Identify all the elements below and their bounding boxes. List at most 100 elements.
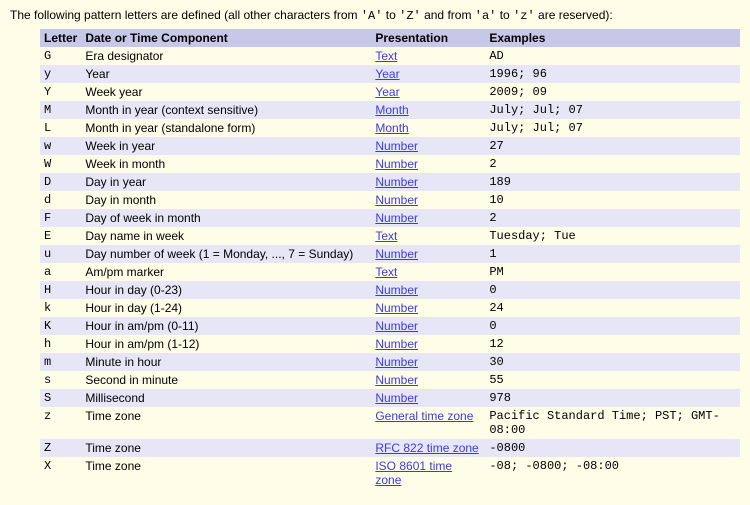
pattern-letters-table: Letter Date or Time Component Presentati… [40, 29, 740, 489]
cell-description: Day in month [81, 191, 371, 209]
presentation-link[interactable]: Number [375, 283, 418, 297]
presentation-link[interactable]: Text [375, 265, 397, 279]
presentation-link[interactable]: Number [375, 247, 418, 261]
intro-mid2: and from [421, 8, 475, 22]
presentation-link[interactable]: General time zone [375, 409, 473, 423]
table-row: hHour in am/pm (1-12)Number12 [40, 335, 740, 353]
cell-letter: a [40, 263, 81, 281]
cell-presentation: Month [371, 101, 485, 119]
presentation-link[interactable]: Number [375, 139, 418, 153]
cell-letter: y [40, 65, 81, 83]
header-examples: Examples [485, 29, 740, 47]
cell-example: 1996; 96 [485, 65, 740, 83]
cell-example: 24 [485, 299, 740, 317]
cell-description: Millisecond [81, 389, 371, 407]
cell-presentation: Number [371, 173, 485, 191]
presentation-link[interactable]: Number [375, 301, 418, 315]
cell-letter: E [40, 227, 81, 245]
intro-prefix: The following pattern letters are define… [10, 8, 361, 22]
cell-description: Month in year (context sensitive) [81, 101, 371, 119]
table-row: kHour in day (1-24)Number24 [40, 299, 740, 317]
intro-mid3: to [496, 8, 513, 22]
presentation-link[interactable]: Number [375, 337, 418, 351]
cell-example: 27 [485, 137, 740, 155]
cell-letter: Y [40, 83, 81, 101]
table-row: zTime zone General time zone Pacific Stand… [40, 407, 740, 439]
presentation-link[interactable]: Month [375, 103, 408, 117]
header-presentation: Presentation [371, 29, 485, 47]
cell-example: July; Jul; 07 [485, 101, 740, 119]
presentation-link[interactable]: Number [375, 157, 418, 171]
presentation-link[interactable]: Number [375, 175, 418, 189]
cell-example: July; Jul; 07 [485, 119, 740, 137]
header-letter: Letter [40, 29, 81, 47]
cell-example: Pacific Standard Time; PST; GMT-08:00 [485, 407, 740, 439]
presentation-link[interactable]: Text [375, 49, 397, 63]
cell-description: Hour in day (0-23) [81, 281, 371, 299]
presentation-link[interactable]: Number [375, 391, 418, 405]
intro-code-z-lower: 'z' [513, 9, 535, 23]
cell-letter: z [40, 407, 81, 439]
cell-presentation: Number [371, 371, 485, 389]
cell-description: Minute in hour [81, 353, 371, 371]
cell-presentation: Number [371, 191, 485, 209]
table-row: sSecond in minuteNumber55 [40, 371, 740, 389]
table-row: MMonth in year (context sensitive) Month J… [40, 101, 740, 119]
cell-description: Week in month [81, 155, 371, 173]
cell-presentation: Number [371, 245, 485, 263]
presentation-link[interactable]: Month [375, 121, 408, 135]
cell-example: 2 [485, 155, 740, 173]
table-row: YWeek yearYear2009; 09 [40, 83, 740, 101]
cell-letter: D [40, 173, 81, 191]
table-row: DDay in yearNumber189 [40, 173, 740, 191]
intro-text: The following pattern letters are define… [10, 8, 740, 23]
table-row: FDay of week in month Number 2 [40, 209, 740, 227]
cell-presentation: Text [371, 227, 485, 245]
cell-letter: d [40, 191, 81, 209]
table-row: LMonth in year (standalone form)MonthJul… [40, 119, 740, 137]
cell-presentation: Year [371, 83, 485, 101]
intro-mid1: to [382, 8, 399, 22]
intro-code-a-lower: 'a' [475, 9, 497, 23]
table-header-row: Letter Date or Time Component Presentati… [40, 29, 740, 47]
presentation-link[interactable]: Text [375, 229, 397, 243]
cell-example: 2 [485, 209, 740, 227]
cell-letter: L [40, 119, 81, 137]
cell-description: Hour in am/pm (0-11) [81, 317, 371, 335]
cell-description: Time zone [81, 457, 371, 489]
cell-description: Day of week in month [81, 209, 371, 227]
cell-letter: W [40, 155, 81, 173]
cell-description: Hour in am/pm (1-12) [81, 335, 371, 353]
presentation-link[interactable]: Number [375, 211, 418, 225]
presentation-link[interactable]: Number [375, 319, 418, 333]
cell-presentation: Number [371, 317, 485, 335]
presentation-link[interactable]: Number [375, 373, 418, 387]
cell-presentation: Number [371, 155, 485, 173]
cell-presentation: ISO 8601 time zone [371, 457, 485, 489]
cell-letter: M [40, 101, 81, 119]
table-row: KHour in am/pm (0-11)Number0 [40, 317, 740, 335]
cell-description: Week year [81, 83, 371, 101]
presentation-link[interactable]: Year [375, 67, 399, 81]
presentation-link[interactable]: ISO 8601 time zone [375, 459, 452, 487]
cell-description: Am/pm marker [81, 263, 371, 281]
table-row: ZTime zoneRFC 822 time zone-0800 [40, 439, 740, 457]
cell-example: Tuesday; Tue [485, 227, 740, 245]
table-row: HHour in day (0-23)Number0 [40, 281, 740, 299]
cell-description: Day in year [81, 173, 371, 191]
table-row: SMillisecondNumber978 [40, 389, 740, 407]
cell-letter: F [40, 209, 81, 227]
presentation-link[interactable]: Year [375, 85, 399, 99]
table-row: yYearYear1996; 96 [40, 65, 740, 83]
cell-letter: Z [40, 439, 81, 457]
cell-letter: m [40, 353, 81, 371]
cell-example: 1 [485, 245, 740, 263]
presentation-link[interactable]: Number [375, 355, 418, 369]
presentation-link[interactable]: RFC 822 time zone [375, 441, 478, 455]
cell-letter: w [40, 137, 81, 155]
cell-description: Time zone [81, 407, 371, 439]
presentation-link[interactable]: Number [375, 193, 418, 207]
table-row: GEra designatorTextAD [40, 47, 740, 65]
cell-presentation: Year [371, 65, 485, 83]
table-row: XTime zoneISO 8601 time zone-08; -0800; … [40, 457, 740, 489]
